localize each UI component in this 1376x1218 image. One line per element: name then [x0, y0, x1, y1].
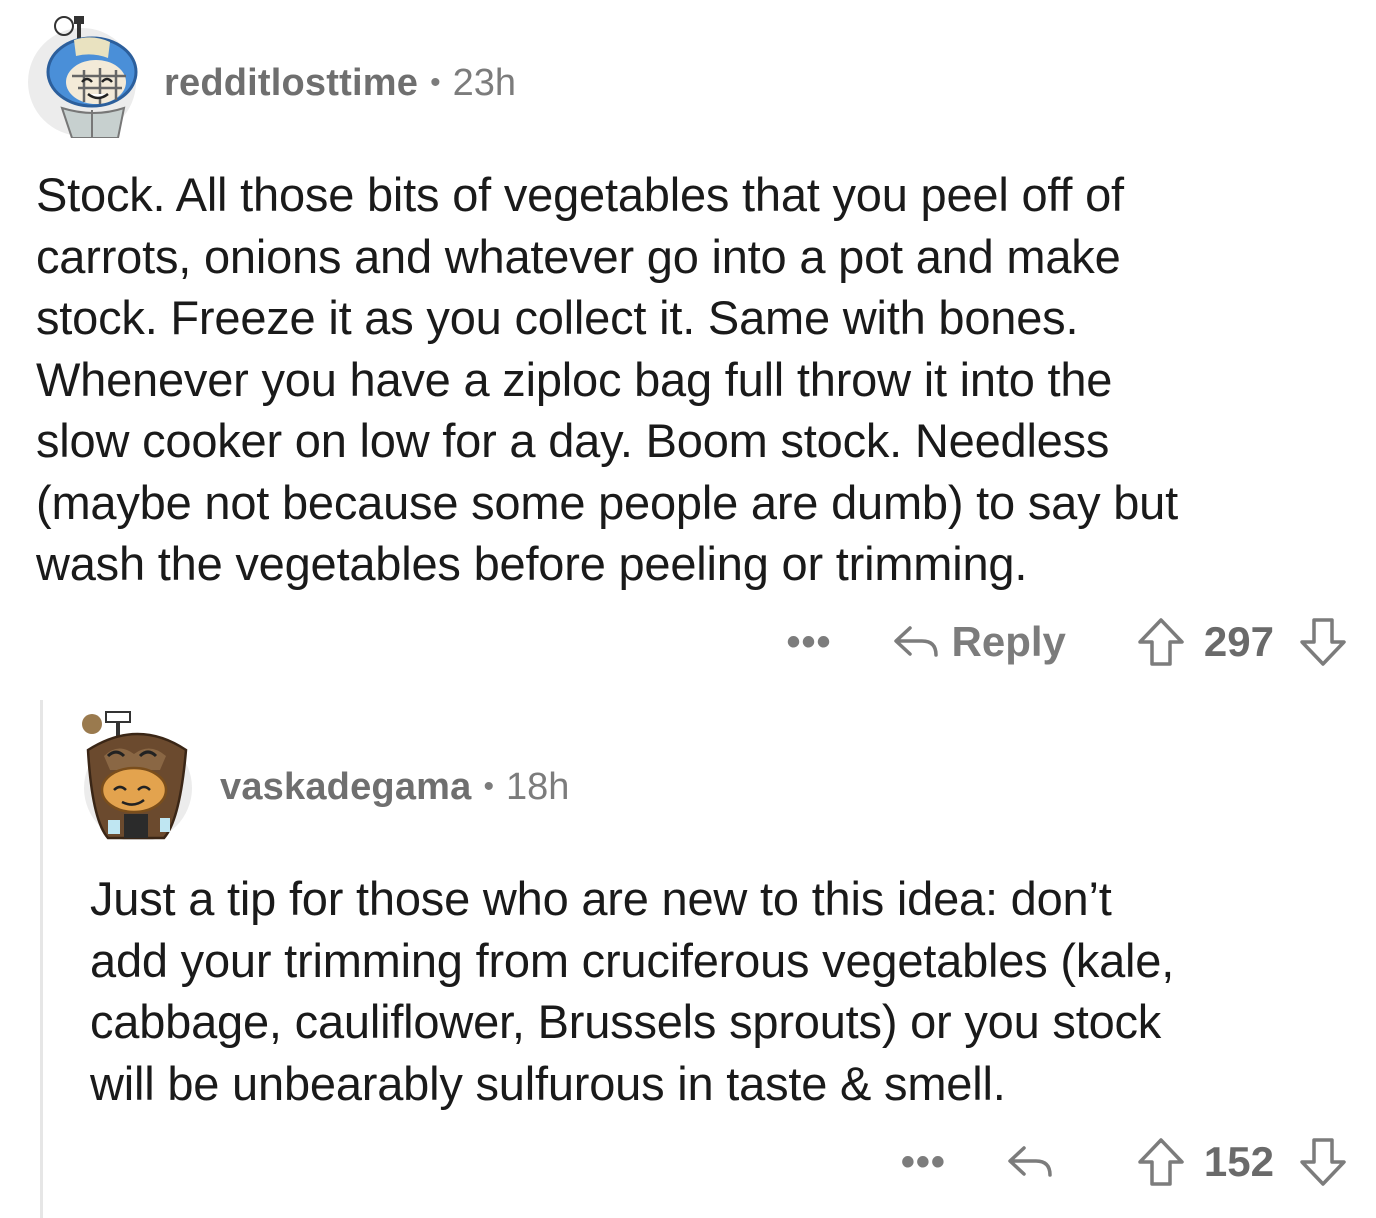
username[interactable]: vaskadegama	[220, 766, 471, 809]
comment-body: Just a tip for those who are new to this…	[90, 872, 1175, 1110]
reply-button[interactable]: Reply	[892, 618, 1066, 666]
username[interactable]: redditlosttime	[164, 62, 418, 105]
meta-separator: •	[430, 66, 441, 99]
meta-separator: •	[483, 770, 494, 803]
reply-arrow-icon	[1006, 1142, 1066, 1182]
comment-age: 23h	[452, 61, 516, 104]
comment-reply: vaskadegama • 18h Just a tip for those w…	[0, 690, 1376, 1218]
reply-button[interactable]	[1006, 1142, 1066, 1182]
comment-meta: redditlosttime • 23h	[164, 58, 516, 108]
vote-score: 297	[1203, 618, 1274, 665]
comment: redditlosttime • 23h Stock. All those bi…	[0, 0, 1376, 690]
more-options-button[interactable]: •••	[901, 1140, 946, 1185]
upvote-arrow-icon[interactable]	[1136, 1136, 1186, 1188]
avatar[interactable]	[22, 10, 142, 138]
avatar[interactable]	[78, 710, 194, 840]
comment-actions: ••• 152	[901, 1132, 1348, 1192]
comment-meta: vaskadegama • 18h	[220, 762, 569, 812]
reply-label: Reply	[951, 618, 1066, 665]
snoo-avatar-image	[82, 711, 192, 840]
comment-body: Stock. All those bits of vegetables that…	[36, 168, 1178, 590]
reply-arrow-icon	[892, 622, 952, 662]
comment-age: 18h	[506, 765, 570, 808]
downvote-arrow-icon[interactable]	[1298, 616, 1348, 668]
vote-score: 152	[1203, 1138, 1274, 1185]
more-options-button[interactable]: •••	[787, 620, 832, 665]
comment-actions: ••• Reply 297	[787, 612, 1348, 672]
downvote-arrow-icon[interactable]	[1298, 1136, 1348, 1188]
snoo-avatar-image	[28, 16, 138, 138]
upvote-arrow-icon[interactable]	[1136, 616, 1186, 668]
